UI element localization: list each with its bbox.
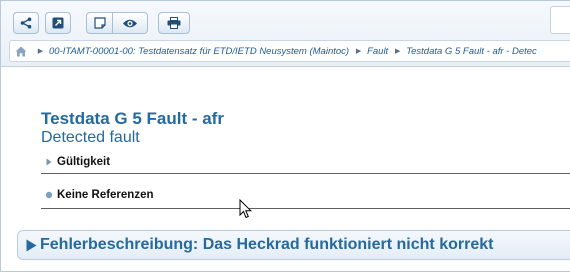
share-button[interactable] [13,12,39,34]
fault-description-label: Fehlerbeschreibung: Das Heckrad funktion… [40,236,494,253]
references-row: Keine Referenzen [41,181,570,209]
fault-description-section[interactable]: Fehlerbeschreibung: Das Heckrad funktion… [17,230,570,260]
note-button[interactable] [86,12,113,34]
triangle-right-icon [24,239,38,252]
validity-label: Gültigkeit [57,155,111,168]
home-icon[interactable] [14,44,28,58]
open-external-button[interactable] [45,12,71,34]
breadcrumb-separator-icon: ▶ [37,48,44,55]
printer-icon [167,17,181,29]
note-icon [93,17,106,29]
bullet-icon [41,191,57,199]
validity-row[interactable]: Gültigkeit [41,150,570,174]
toolbar: ▶ 00-ITAMT-00001-00: Testdatensatz für E… [1,1,570,67]
breadcrumb-item-dataset[interactable]: 00-ITAMT-00001-00: Testdatensatz für ETD… [49,46,349,57]
triangle-right-icon [41,158,57,166]
breadcrumb-separator-icon: ▶ [395,48,401,55]
share-icon [20,17,32,29]
page-subtitle: Detected fault [41,129,140,146]
page-title: Testdata G 5 Fault - afr [41,109,224,128]
view-button[interactable] [113,12,148,34]
toolbar-overflow[interactable] [550,6,570,34]
app-window: ▶ 00-ITAMT-00001-00: Testdatensatz für E… [0,0,570,272]
print-button[interactable] [158,12,190,34]
breadcrumb-item-current[interactable]: Testdata G 5 Fault - afr - Detec [406,46,537,57]
document-content: Testdata G 5 Fault - afr Detected fault … [1,67,570,271]
breadcrumb-item-fault[interactable]: Fault [367,46,388,57]
mouse-pointer-icon [239,198,253,219]
breadcrumb: ▶ 00-ITAMT-00001-00: Testdatensatz für E… [9,40,570,62]
eye-icon [122,18,138,29]
open-external-icon [52,17,64,29]
breadcrumb-separator-icon: ▶ [355,48,362,55]
references-label: Keine Referenzen [57,188,154,201]
